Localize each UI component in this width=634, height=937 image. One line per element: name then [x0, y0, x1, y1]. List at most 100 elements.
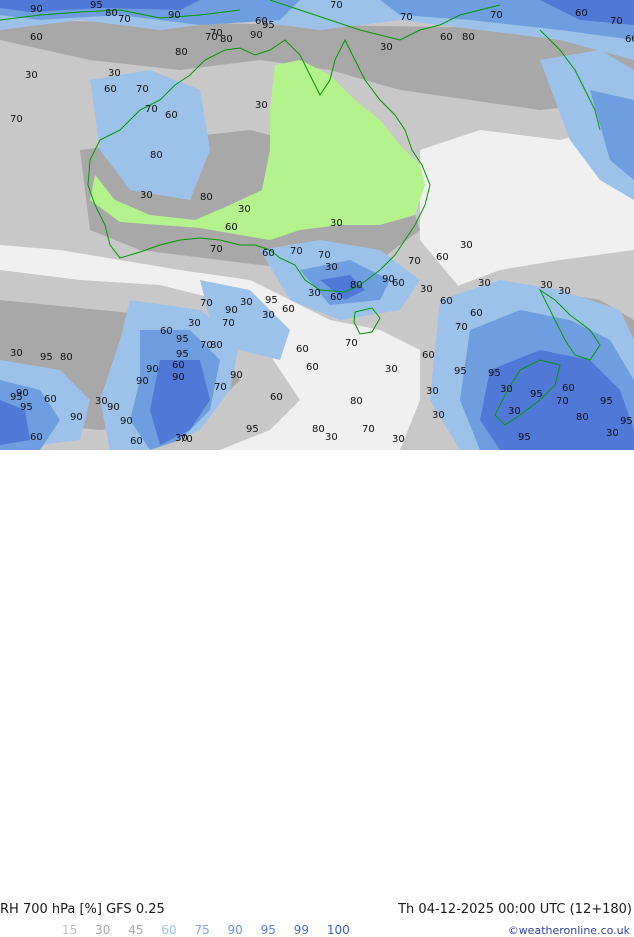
- contour-label: 70: [318, 250, 331, 261]
- contour-label: 95: [40, 352, 53, 363]
- legend-15: 15: [62, 923, 78, 937]
- contour-label: 70: [210, 244, 223, 255]
- contour-label: 95: [454, 366, 467, 377]
- contour-label: 60: [130, 436, 143, 447]
- contour-label: 30: [330, 218, 343, 229]
- contour-label: 60: [30, 32, 43, 43]
- contour-label: 60: [30, 432, 43, 443]
- contour-label: 30: [308, 288, 321, 299]
- contour-label: 60: [270, 392, 283, 403]
- contour-label: 95: [246, 424, 259, 435]
- contour-label: 30: [255, 100, 268, 111]
- contour-label: 95: [20, 402, 33, 413]
- contour-label: 70: [222, 318, 235, 329]
- contour-label: 30: [140, 190, 153, 201]
- contour-label: 80: [210, 340, 223, 351]
- contour-label: 60: [330, 292, 343, 303]
- contour-label: 30: [385, 364, 398, 375]
- contour-label: 30: [240, 297, 253, 308]
- contour-label: 60: [160, 326, 173, 337]
- contour-label: 70: [118, 14, 131, 25]
- contour-label: 60: [44, 394, 57, 405]
- contour-label: 90: [30, 4, 43, 15]
- contour-label: 60: [165, 110, 178, 121]
- contour-label: 70: [10, 114, 23, 125]
- contour-label: 90: [107, 402, 120, 413]
- contour-label: 60: [296, 344, 309, 355]
- contour-label: 70: [490, 10, 503, 21]
- contour-label: 80: [462, 32, 475, 43]
- contour-label: 95: [90, 0, 103, 11]
- contour-label: 90: [136, 376, 149, 387]
- contour-label: 90: [146, 364, 159, 375]
- contour-label: 95: [176, 334, 189, 345]
- contour-label: 90: [230, 370, 243, 381]
- contour-label: 30: [558, 286, 571, 297]
- contour-label: 30: [10, 348, 23, 359]
- contour-label: 70: [200, 298, 213, 309]
- map-footer: RH 700 hPa [%] GFS 0.25 Th 04-12-2025 00…: [0, 450, 634, 937]
- contour-label: 30: [478, 278, 491, 289]
- contour-label: 95: [488, 368, 501, 379]
- contour-label: 30: [432, 410, 445, 421]
- contour-label: 70: [362, 424, 375, 435]
- contour-label: 90: [168, 10, 181, 21]
- contour-label: 95: [176, 349, 189, 360]
- contour-label: 70: [330, 0, 343, 11]
- color-legend: 15 30 45 60 75 90 95 99 100: [62, 923, 364, 937]
- legend-99: 99: [293, 923, 310, 937]
- contour-label: 30: [508, 406, 521, 417]
- contour-label: 90: [382, 274, 395, 285]
- contour-label: 30: [108, 68, 121, 79]
- legend-75: 75: [194, 923, 210, 937]
- contour-label: 80: [150, 150, 163, 161]
- contour-label: 80: [175, 47, 188, 58]
- contour-label: 60: [436, 252, 449, 263]
- contour-label: 95: [518, 432, 531, 443]
- map-title: RH 700 hPa [%] GFS 0.25: [0, 902, 165, 917]
- contour-label: 95: [620, 416, 633, 427]
- contour-label: 70: [345, 338, 358, 349]
- contour-label: 90: [250, 30, 263, 41]
- contour-label: 70: [400, 12, 413, 23]
- contour-label: 60: [625, 34, 634, 45]
- contour-label: 30: [380, 42, 393, 53]
- contour-label: 30: [500, 384, 513, 395]
- contour-label: 60: [172, 360, 185, 371]
- contour-label: 30: [325, 262, 338, 273]
- contour-label: 30: [426, 386, 439, 397]
- legend-60: 60: [161, 923, 177, 937]
- contour-label: 30: [188, 318, 201, 329]
- humidity-map: 9095807090708090958060707060803070607060…: [0, 0, 634, 450]
- contour-label: 95: [265, 295, 278, 306]
- contour-label: 70: [556, 396, 569, 407]
- contour-label: 70: [290, 246, 303, 257]
- contour-label: 30: [606, 428, 619, 439]
- contour-label: 60: [306, 362, 319, 373]
- contour-label: 30: [325, 432, 338, 443]
- legend-90: 90: [227, 923, 243, 937]
- contour-label: 70: [214, 382, 227, 393]
- contour-label: 80: [350, 396, 363, 407]
- contour-label: 60: [440, 32, 453, 43]
- contour-label: 60: [255, 16, 268, 27]
- contour-label: 80: [200, 192, 213, 203]
- contour-label: 60: [225, 222, 238, 233]
- forecast-run: Th 04-12-2025 00:00 UTC (12+180): [398, 902, 632, 917]
- contour-label: 30: [262, 310, 275, 321]
- contour-label: 60: [282, 304, 295, 315]
- contour-label: 80: [60, 352, 73, 363]
- contour-label: 60: [470, 308, 483, 319]
- contour-label: 60: [440, 296, 453, 307]
- legend-45: 45: [128, 923, 144, 937]
- contour-label: 70: [145, 104, 158, 115]
- contour-label: 30: [392, 434, 405, 445]
- contour-label: 30: [238, 204, 251, 215]
- site-credit: ©weatheronline.co.uk: [507, 924, 630, 937]
- contour-label: 80: [105, 8, 118, 19]
- contour-label: 60: [422, 350, 435, 361]
- contour-label: 70: [455, 322, 468, 333]
- contour-label: 90: [120, 416, 133, 427]
- legend-30: 30: [95, 923, 111, 937]
- contour-label: 70: [136, 84, 149, 95]
